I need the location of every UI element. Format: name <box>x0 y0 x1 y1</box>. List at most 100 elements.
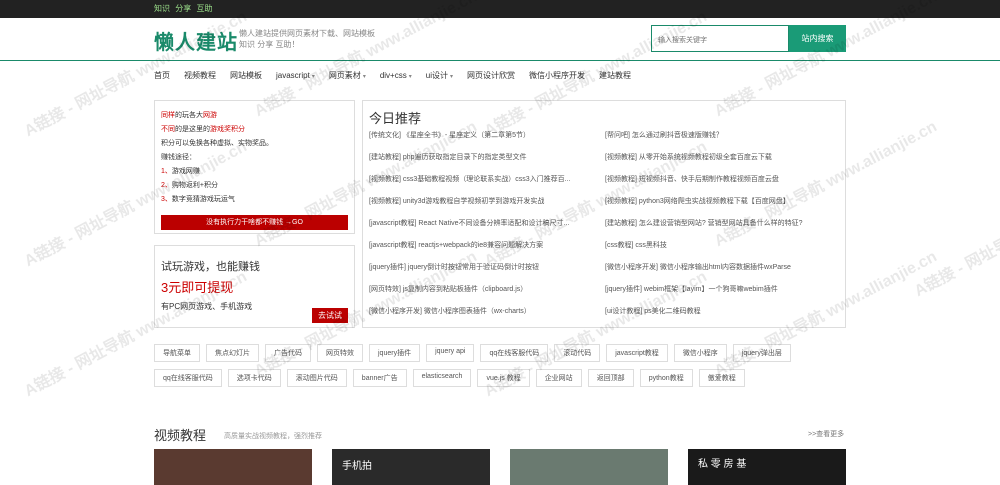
article-link[interactable]: [jquery插件] jquery倒计时按钮常用于验证码倒计时按钮 <box>369 263 603 285</box>
promo-text: 积分可以免换各种虚拟、实物奖品。 <box>161 140 273 147</box>
promo-num: 3、 <box>161 196 172 203</box>
desc-line: 懒人建站提供网页素材下载、网站模板 <box>239 29 375 38</box>
today-recommend-panel: 今日推荐 [传统文化] 《星座全书》- 星座定义（第二章第5节） [建站教程] p… <box>362 100 846 328</box>
video-thumbnail[interactable] <box>154 449 312 485</box>
video-thumbnail[interactable] <box>510 449 668 485</box>
topbar-item[interactable]: 分享 <box>175 4 191 13</box>
article-link[interactable]: [javascript教程] reactjs+webpack的ie8兼容问题解决… <box>369 241 603 263</box>
promo-item: 数字竞猜游戏玩运气 <box>171 196 235 203</box>
promo-box: 同样的玩各大网游 不同的是这里的游戏奖积分 积分可以免换各种虚拟、实物奖品。 赚… <box>154 100 355 234</box>
site-description: 懒人建站提供网页素材下载、网站模板 知识 分享 互助！ <box>239 28 375 50</box>
main-nav: 首页 视频教程 网站模板 javascript ▾ 网页素材 ▾ div+css ▾ ui设计 ▾ 网… <box>154 62 645 89</box>
promo-text: 网游 <box>203 112 217 119</box>
tag-link[interactable]: banner广告 <box>352 369 407 387</box>
promo-text: 的玩各大 <box>175 112 203 119</box>
chevron-down-icon: ▾ <box>449 74 453 80</box>
video-thumbnail[interactable]: 手机拍 <box>332 449 490 485</box>
nav-item[interactable]: div+css ▾ <box>380 71 412 80</box>
nav-item[interactable]: 网站模板 <box>230 70 262 81</box>
video-section-subtitle: 高质量实战视频教程，强烈推荐 <box>224 433 322 440</box>
tag-link[interactable]: 滚动代码 <box>554 344 601 362</box>
site-header: 懒人建站 懒人建站提供网页素材下载、网站模板 知识 分享 互助！ 输入搜索关键字… <box>0 18 1000 61</box>
tag-link[interactable]: jquery插件 <box>369 344 421 362</box>
tag-link[interactable]: 傲爱教程 <box>698 369 745 387</box>
article-link[interactable]: [视频教程] 从零开始系统视频教程初级全套百度云下载 <box>605 153 841 175</box>
nav-item[interactable]: 网页设计欣赏 <box>467 70 515 81</box>
article-link[interactable]: [视频教程] 短视频抖音、快手后期制作教程视频百度云盘 <box>605 175 841 197</box>
game-subtitle: 3元即可提现 <box>161 280 234 295</box>
tag-link[interactable]: 选项卡代码 <box>227 369 281 387</box>
article-link[interactable]: [传统文化] 《星座全书》- 星座定义（第二章第5节） <box>369 131 603 153</box>
nav-item[interactable]: javascript ▾ <box>276 71 315 80</box>
article-link[interactable]: [jquery插件] webim框架【layim】一个狗哥嘛webim插件 <box>605 285 841 307</box>
tag-link[interactable]: 焦点幻灯片 <box>206 344 259 362</box>
tag-link[interactable]: qq在线客服代码 <box>154 369 222 387</box>
nav-label: div+css <box>379 71 407 80</box>
article-link[interactable]: [视频教程] unity3d游戏教程自学视频初学到游戏开发实战 <box>369 197 603 219</box>
today-right-list: [帮问吧] 怎么通过刷抖音极速版赚钱？ [视频教程] 从零开始系统视频教程初级全套… <box>605 131 841 329</box>
article-link[interactable]: [视频教程] python3网络爬虫实战视频教程下载【百度网盘】 <box>605 197 841 219</box>
tag-link[interactable]: javascript教程 <box>606 344 668 362</box>
promo-go-button[interactable]: 没有执行力干啥都不赚钱 →GO <box>161 215 348 230</box>
nav-item[interactable]: 首页 <box>154 70 170 81</box>
nav-label: ui设计 <box>425 71 448 80</box>
chevron-down-icon: ▾ <box>362 74 366 80</box>
today-title: 今日推荐 <box>369 111 422 126</box>
video-section-title: 视频教程 <box>154 428 207 443</box>
article-link[interactable]: [视频教程] css3基础教程视频（理论联系实战）css3入门推荐百... <box>369 175 603 197</box>
topbar-item[interactable]: 互助 <box>196 4 212 13</box>
tag-link[interactable]: 广告代码 <box>265 344 311 362</box>
tag-link[interactable]: 滚动图片代码 <box>286 369 347 387</box>
article-link[interactable]: [建站教程] php遍历获取指定目录下的指定类型文件 <box>369 153 603 175</box>
tag-link[interactable]: 网页特效 <box>317 344 363 362</box>
article-link[interactable]: [微信小程序开发] 微信小程序输出html内容数据插件wxParse <box>605 263 841 285</box>
article-link[interactable]: [ui设计教程] ps美化二维码教程 <box>605 307 841 329</box>
article-link[interactable]: [帮问吧] 怎么通过刷抖音极速版赚钱？ <box>605 131 841 153</box>
promo-text: 游戏奖积分 <box>210 126 245 133</box>
game-promo-box: 试玩游戏，也能赚钱 3元即可提现 有PC网页游戏、手机游戏 去试试 <box>154 245 355 328</box>
chevron-down-icon: ▾ <box>408 74 412 80</box>
promo-text: 赚钱途径： <box>161 154 196 161</box>
site-logo[interactable]: 懒人建站 <box>154 26 238 55</box>
tag-link[interactable]: jquery api <box>426 344 475 362</box>
nav-label: 网页素材 <box>328 71 361 80</box>
promo-item: 购物返利+积分 <box>171 182 218 189</box>
tag-link[interactable]: qq在线客服代码 <box>480 344 549 362</box>
watermark-text: A链接 - 网址导航 www.allianjie.cn <box>911 168 1000 301</box>
top-bar: 知识 分享 互助 <box>0 0 1000 18</box>
nav-label: 首页 <box>154 71 170 80</box>
tag-cloud: 导航菜单 焦点幻灯片 广告代码 网页特效 jquery插件 jquery api qq在线客… <box>154 344 846 394</box>
nav-label: 视频教程 <box>184 71 216 80</box>
nav-item[interactable]: 网页素材 ▾ <box>329 70 366 81</box>
tag-link[interactable]: 返回顶部 <box>587 369 634 387</box>
nav-label: 网站模板 <box>230 71 262 80</box>
article-link[interactable]: [javascript教程] React Native不同设备分辨率适配和设计稿… <box>369 219 603 241</box>
tag-link[interactable]: 微信小程序 <box>673 344 727 362</box>
tag-link[interactable]: 企业网站 <box>535 369 582 387</box>
nav-label: javascript <box>276 71 310 80</box>
tag-link[interactable]: 导航菜单 <box>154 344 200 362</box>
tag-link[interactable]: python教程 <box>639 369 693 387</box>
promo-num: 1、 <box>161 168 172 175</box>
tag-link[interactable]: vue.js 教程 <box>477 369 530 387</box>
topbar-item[interactable]: 知识 <box>154 4 170 13</box>
chevron-down-icon: ▾ <box>311 74 315 80</box>
promo-num: 2、 <box>161 182 172 189</box>
article-link[interactable]: [css教程] css黑科技 <box>605 241 841 263</box>
today-left-list: [传统文化] 《星座全书》- 星座定义（第二章第5节） [建站教程] php遍历获… <box>369 131 603 329</box>
tag-link[interactable]: elasticsearch <box>412 369 472 387</box>
nav-item[interactable]: 视频教程 <box>184 70 216 81</box>
tag-link[interactable]: jquery弹出层 <box>732 344 791 362</box>
nav-item[interactable]: ui设计 ▾ <box>426 70 453 81</box>
search-button[interactable]: 站内搜索 <box>789 25 846 52</box>
search-input[interactable]: 输入搜索关键字 <box>651 25 789 52</box>
try-game-button[interactable]: 去试试 <box>312 308 348 323</box>
nav-item[interactable]: 微信小程序开发 <box>529 70 585 81</box>
desc-line: 知识 分享 互助！ <box>239 40 300 49</box>
article-link[interactable]: [网页特效] js复制内容到粘贴板插件（clipboard.js） <box>369 285 603 307</box>
video-thumbnail[interactable]: 私 零 房 基 <box>688 449 846 485</box>
nav-item[interactable]: 建站教程 <box>599 70 631 81</box>
article-link[interactable]: [微信小程序开发] 微信小程序图表插件（wx-charts） <box>369 307 603 329</box>
article-link[interactable]: [建站教程] 怎么建设营销型网站? 营销型网站具备什么样的特征? <box>605 219 841 241</box>
view-more-link[interactable]: >>查看更多 <box>808 429 844 439</box>
